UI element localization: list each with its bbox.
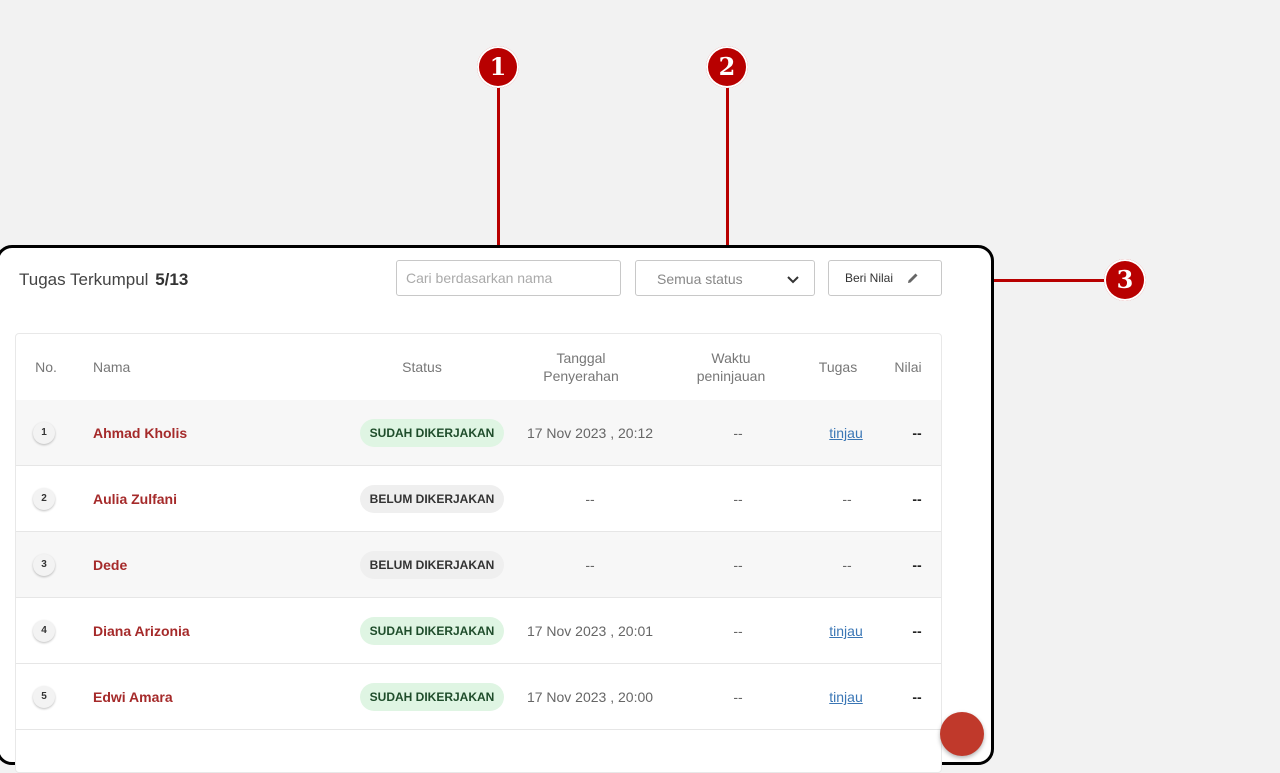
row-number: 5 (33, 686, 55, 708)
status-badge: BELUM DIKERJAKAN (360, 551, 504, 579)
row-number: 2 (33, 488, 55, 510)
status-badge: SUDAH DIKERJAKAN (360, 617, 504, 645)
submission-date: -- (585, 557, 595, 573)
column-header-name: Nama (93, 359, 131, 375)
callout-line-1 (497, 86, 500, 258)
callout-marker-3: 3 (1104, 259, 1146, 301)
callout-marker-1: 1 (477, 46, 519, 88)
review-link[interactable]: tinjau (821, 425, 871, 441)
status-badge: SUDAH DIKERJAKAN (360, 683, 504, 711)
table-row: 3 Dede BELUM DIKERJAKAN -- -- -- -- (16, 532, 941, 598)
column-header-review-line2: peninjauan (696, 368, 766, 384)
status-filter-select[interactable]: Semua status (635, 260, 815, 296)
submission-date: -- (585, 491, 595, 507)
score-value: -- (912, 557, 922, 573)
summary-label: Tugas Terkumpul (19, 270, 149, 289)
callout-line-2 (726, 86, 729, 258)
status-filter-value: Semua status (657, 271, 743, 287)
table-row: 4 Diana Arizonia SUDAH DIKERJAKAN 17 Nov… (16, 598, 941, 664)
review-time: -- (733, 491, 743, 507)
review-link[interactable]: tinjau (821, 689, 871, 705)
score-value: -- (912, 689, 922, 705)
review-time: -- (733, 425, 743, 441)
column-header-task: Tugas (818, 359, 858, 375)
column-header-date-line1: Tanggal (556, 350, 606, 366)
column-header-date-line2: Penyerahan (543, 368, 619, 384)
table-row: 5 Edwi Amara SUDAH DIKERJAKAN 17 Nov 202… (16, 664, 941, 730)
review-link[interactable]: tinjau (821, 623, 871, 639)
table-header: No. Nama Status Tanggal Penyerahan Waktu… (16, 334, 941, 401)
status-badge: BELUM DIKERJAKAN (360, 485, 504, 513)
column-header-no: No. (35, 359, 57, 375)
submission-summary: Tugas Terkumpul 5/13 (19, 270, 188, 290)
review-time: -- (733, 623, 743, 639)
pencil-icon (908, 273, 918, 283)
row-number: 1 (33, 422, 55, 444)
student-name[interactable]: Edwi Amara (93, 689, 173, 705)
callout-marker-2: 2 (706, 46, 748, 88)
summary-count: 5/13 (155, 270, 189, 289)
task-value: -- (842, 557, 852, 573)
row-number: 4 (33, 620, 55, 642)
student-name[interactable]: Ahmad Kholis (93, 425, 187, 441)
column-header-status: Status (402, 359, 442, 375)
submissions-card: Tugas Terkumpul 5/13 Semua status Beri N… (0, 245, 994, 773)
row-number: 3 (33, 554, 55, 576)
table-row: 1 Ahmad Kholis SUDAH DIKERJAKAN 17 Nov 2… (16, 400, 941, 466)
student-name[interactable]: Dede (93, 557, 127, 573)
score-value: -- (912, 425, 922, 441)
floating-action-button[interactable] (940, 712, 984, 756)
status-badge: SUDAH DIKERJAKAN (360, 419, 504, 447)
task-value: -- (842, 491, 852, 507)
review-time: -- (733, 557, 743, 573)
review-time: -- (733, 689, 743, 705)
submission-date: 17 Nov 2023 , 20:12 (526, 425, 654, 441)
submission-date: 17 Nov 2023 , 20:01 (526, 623, 654, 639)
student-name[interactable]: Diana Arizonia (93, 623, 190, 639)
score-value: -- (912, 623, 922, 639)
submission-date: 17 Nov 2023 , 20:00 (526, 689, 654, 705)
grade-button-label: Beri Nilai (845, 271, 894, 285)
student-name[interactable]: Aulia Zulfani (93, 491, 177, 507)
column-header-date: Tanggal Penyerahan (526, 349, 636, 385)
search-input[interactable] (396, 260, 621, 296)
column-header-review: Waktu peninjauan (676, 349, 786, 385)
submissions-table: No. Nama Status Tanggal Penyerahan Waktu… (15, 333, 942, 773)
grade-button[interactable]: Beri Nilai (828, 260, 942, 296)
chevron-down-icon (787, 276, 799, 284)
score-value: -- (912, 491, 922, 507)
column-header-score: Nilai (894, 359, 922, 375)
column-header-review-line1: Waktu (711, 350, 751, 366)
table-row: 2 Aulia Zulfani BELUM DIKERJAKAN -- -- -… (16, 466, 941, 532)
